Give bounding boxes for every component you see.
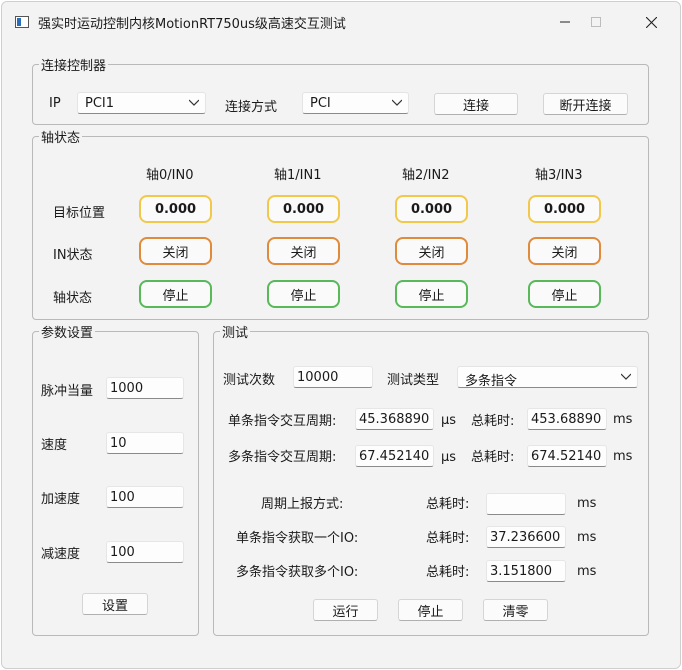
- axis-3-header: 轴3/IN3: [535, 168, 583, 183]
- pulse-equivalent-input[interactable]: 1000: [106, 377, 184, 399]
- axis-2-target: 0.000: [395, 195, 468, 223]
- window-title: 强实时运动控制内核MotionRT750us级高速交互测试: [38, 17, 346, 32]
- single-cycle-value: 45.368890: [359, 412, 430, 427]
- close-button[interactable]: [628, 2, 674, 42]
- axis-status-legend: 轴状态: [41, 131, 81, 146]
- chevron-down-icon: [189, 99, 199, 106]
- test-type-select[interactable]: 多条指令: [457, 366, 638, 389]
- chevron-down-icon: [392, 99, 402, 106]
- minimize-icon: [560, 21, 570, 23]
- deceleration-value: 100: [110, 545, 135, 560]
- pulse-equivalent-label: 脉冲当量: [41, 384, 94, 399]
- app-icon: [15, 16, 29, 28]
- connect-group-legend: 连接控制器: [41, 59, 107, 74]
- multi-io-value: 3.151800: [490, 564, 553, 579]
- multi-cycle-value: 67.452140: [359, 449, 430, 464]
- test-count-input[interactable]: 10000: [293, 366, 373, 388]
- title-bar: 强实时运动控制内核MotionRT750us级高速交互测试: [2, 2, 680, 42]
- axis-1-target: 0.000: [267, 195, 340, 223]
- axis-0-state: 停止: [139, 280, 212, 308]
- acceleration-input[interactable]: 100: [106, 486, 184, 508]
- main-window: 强实时运动控制内核MotionRT750us级高速交互测试 连接控制器 IP P…: [1, 1, 681, 669]
- ip-select[interactable]: PCI1: [77, 92, 206, 114]
- axis-3-in-state: 关闭: [528, 237, 601, 265]
- test-type-value: 多条指令: [465, 374, 518, 389]
- connect-mode-value: PCI: [310, 96, 331, 111]
- connect-button[interactable]: 连接: [434, 93, 518, 115]
- speed-label: 速度: [41, 438, 68, 453]
- ip-select-value: PCI1: [85, 96, 115, 111]
- single-io-total-label: 总耗时:: [426, 531, 470, 546]
- multi-io-output: 3.151800: [486, 560, 566, 582]
- multi-total-output: 674.52140: [527, 445, 607, 467]
- axis-1-state: 停止: [267, 280, 340, 308]
- multi-io-label: 多条指令获取多个IO:: [236, 565, 359, 580]
- multi-cycle-unit: μs: [441, 450, 457, 465]
- ip-label: IP: [49, 96, 61, 111]
- axis-1-in-state: 关闭: [267, 237, 340, 265]
- single-io-label: 单条指令获取一个IO:: [236, 531, 359, 546]
- axis-2-header: 轴2/IN2: [402, 168, 450, 183]
- axis-state-label: 轴状态: [53, 291, 93, 306]
- multi-total-unit: ms: [613, 449, 633, 464]
- axis-2-in-state: 关闭: [395, 237, 468, 265]
- test-legend: 测试: [222, 326, 249, 341]
- axis-0-header: 轴0/IN0: [146, 168, 194, 183]
- disconnect-button[interactable]: 断开连接: [543, 93, 628, 115]
- report-total-unit: ms: [577, 496, 597, 511]
- chevron-down-icon: [621, 373, 631, 380]
- report-total-output: [486, 493, 566, 515]
- single-total-unit: ms: [613, 412, 633, 427]
- connect-mode-select[interactable]: PCI: [302, 92, 409, 114]
- multi-io-unit: ms: [577, 564, 597, 579]
- single-total-output: 453.68890: [527, 408, 607, 430]
- stop-button[interactable]: 停止: [398, 599, 463, 621]
- report-mode-label: 周期上报方式:: [261, 497, 344, 512]
- single-total-value: 453.68890: [531, 412, 602, 427]
- single-io-output: 37.236600: [486, 526, 566, 548]
- single-cycle-label: 单条指令交互周期:: [228, 414, 337, 429]
- run-button[interactable]: 运行: [313, 599, 378, 621]
- acceleration-label: 加速度: [41, 492, 81, 507]
- single-io-unit: ms: [577, 530, 597, 545]
- axis-1-header: 轴1/IN1: [274, 168, 322, 183]
- single-cycle-output: 45.368890: [355, 408, 434, 430]
- params-legend: 参数设置: [41, 326, 94, 341]
- axis-3-target: 0.000: [528, 195, 601, 223]
- single-io-value: 37.236600: [490, 530, 561, 545]
- deceleration-input[interactable]: 100: [106, 541, 184, 563]
- multi-io-total-label: 总耗时:: [426, 565, 470, 580]
- target-position-label: 目标位置: [53, 206, 106, 221]
- set-params-button[interactable]: 设置: [82, 593, 148, 615]
- speed-input[interactable]: 10: [106, 432, 184, 454]
- in-state-label: IN状态: [53, 248, 93, 263]
- axis-3-state: 停止: [528, 280, 601, 308]
- acceleration-value: 100: [110, 490, 135, 505]
- multi-cycle-label: 多条指令交互周期:: [228, 450, 337, 465]
- multi-total-value: 674.52140: [531, 449, 602, 464]
- speed-value: 10: [110, 436, 127, 451]
- multi-cycle-output: 67.452140: [355, 445, 434, 467]
- maximize-button[interactable]: [573, 2, 619, 42]
- test-count-value: 10000: [297, 370, 339, 385]
- maximize-icon: [591, 17, 601, 27]
- single-cycle-unit: μs: [441, 413, 457, 428]
- pulse-equivalent-value: 1000: [110, 381, 144, 396]
- multi-total-label: 总耗时:: [471, 450, 515, 465]
- report-total-label: 总耗时:: [426, 497, 470, 512]
- test-type-label: 测试类型: [387, 373, 440, 388]
- deceleration-label: 减速度: [41, 547, 81, 562]
- close-icon: [645, 16, 657, 28]
- test-count-label: 测试次数: [223, 373, 276, 388]
- axis-0-target: 0.000: [139, 195, 212, 223]
- clear-button[interactable]: 清零: [483, 599, 548, 621]
- axis-0-in-state: 关闭: [139, 237, 212, 265]
- connect-mode-label: 连接方式: [225, 100, 278, 115]
- params-group: 参数设置: [32, 322, 199, 636]
- axis-2-state: 停止: [395, 280, 468, 308]
- single-total-label: 总耗时:: [471, 414, 515, 429]
